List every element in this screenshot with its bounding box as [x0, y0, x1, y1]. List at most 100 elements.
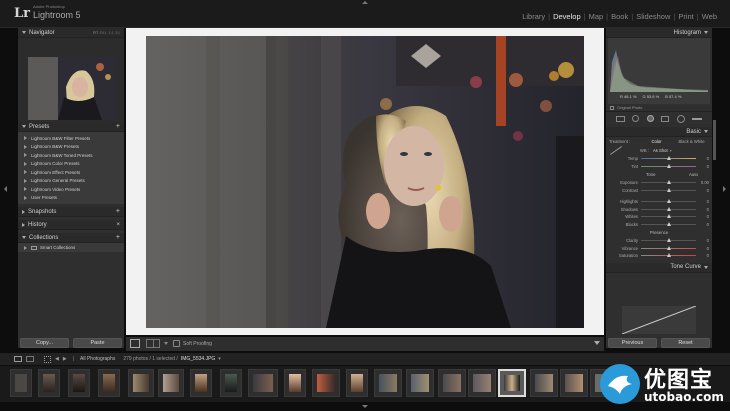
collections-header[interactable]: Collections +	[18, 233, 124, 243]
module-slideshow[interactable]: Slideshow	[633, 12, 673, 21]
module-web[interactable]: Web	[699, 12, 720, 21]
filmstrip-thumbnail[interactable]	[284, 369, 306, 397]
module-book[interactable]: Book	[608, 12, 631, 21]
module-map[interactable]: Map	[586, 12, 607, 21]
slider-value[interactable]: 0	[699, 188, 709, 193]
crop-tool-icon[interactable]	[615, 115, 625, 122]
module-library[interactable]: Library	[519, 12, 548, 21]
clear-history-icon[interactable]: ×	[116, 222, 120, 228]
slider-value[interactable]: 0	[699, 246, 709, 251]
toolbar-menu-icon[interactable]	[594, 341, 600, 345]
exposure-slider[interactable]: Exposure 0.00	[606, 179, 712, 187]
vibrance-slider[interactable]: Vibrance 0	[606, 245, 712, 253]
bottom-panel-arrow-icon[interactable]	[362, 405, 368, 408]
before-after-icon[interactable]	[146, 339, 160, 348]
radial-filter-icon[interactable]	[676, 114, 685, 123]
slider-knob[interactable]	[667, 187, 672, 192]
zoom-1-1[interactable]: 1:1	[109, 31, 114, 35]
slider-knob[interactable]	[667, 253, 672, 258]
zoom-fill[interactable]: FILL	[100, 31, 107, 35]
filmstrip-thumbnail[interactable]	[220, 369, 242, 397]
back-arrow-icon[interactable]: ◀	[55, 356, 59, 362]
filmstrip-thumbnail[interactable]	[248, 369, 278, 397]
original-photo-toggle[interactable]: Original Photo	[606, 104, 712, 111]
filmstrip-thumbnail[interactable]	[468, 369, 496, 397]
grid-view-icon[interactable]	[44, 355, 51, 363]
navigator-header[interactable]: Navigator FIT FILL 1:1 3:1	[18, 28, 124, 38]
slider-value[interactable]: 0	[699, 238, 709, 243]
filmstrip-thumbnail[interactable]	[346, 369, 368, 397]
tone-curve-graph[interactable]	[622, 306, 696, 334]
slider-knob[interactable]	[667, 221, 672, 226]
tone-curve-header[interactable]: Tone Curve	[606, 262, 712, 273]
module-develop[interactable]: Develop	[550, 12, 584, 21]
slider-knob[interactable]	[667, 163, 672, 168]
slider-value[interactable]: 0	[699, 253, 709, 258]
adjustment-brush-icon[interactable]	[692, 117, 703, 120]
slider-value[interactable]: 0.00	[699, 180, 709, 185]
presets-header[interactable]: Presets +	[18, 122, 124, 132]
contrast-slider[interactable]: Contrast 0	[606, 187, 712, 195]
filmstrip-thumbnail[interactable]	[406, 369, 434, 397]
filmstrip-thumbnail[interactable]	[98, 369, 120, 397]
add-collection-icon[interactable]: +	[116, 234, 120, 241]
filmstrip-thumbnail[interactable]	[68, 369, 90, 397]
temp-slider[interactable]: Temp 0	[606, 155, 712, 163]
history-header[interactable]: History ×	[18, 220, 124, 230]
previous-button[interactable]: Previous	[608, 338, 657, 348]
filmstrip-thumbnail[interactable]	[438, 369, 466, 397]
wb-select[interactable]: As Shot	[653, 148, 668, 153]
snapshots-header[interactable]: Snapshots +	[18, 207, 124, 217]
blacks-slider[interactable]: Blacks 0	[606, 221, 712, 229]
slider-value[interactable]: 0	[699, 214, 709, 219]
navigator-preview[interactable]	[18, 38, 124, 122]
filmstrip-thumbnail[interactable]	[128, 369, 154, 397]
loupe-view[interactable]	[126, 28, 604, 335]
slider-knob[interactable]	[667, 245, 672, 250]
paste-button[interactable]: Paste	[73, 338, 122, 348]
filmstrip-thumbnail[interactable]	[312, 369, 340, 397]
slider-value[interactable]: 0	[699, 164, 709, 169]
slider-value[interactable]: 0	[699, 199, 709, 204]
add-snapshot-icon[interactable]: +	[116, 208, 120, 215]
main-photo[interactable]	[146, 36, 584, 328]
source-label[interactable]: All Photographs	[80, 356, 115, 362]
zoom-fit[interactable]: FIT	[93, 31, 98, 35]
module-print[interactable]: Print	[675, 12, 696, 21]
graduated-filter-icon[interactable]	[661, 115, 670, 122]
filmstrip-thumbnail[interactable]	[560, 369, 588, 397]
histogram-header[interactable]: Histogram	[606, 28, 712, 38]
forward-arrow-icon[interactable]: ▶	[63, 356, 67, 362]
histogram[interactable]: R 46.1 % G 53.6 % B 57.4 %	[608, 38, 710, 104]
red-eye-icon[interactable]	[646, 115, 654, 122]
tint-slider[interactable]: Tint 0	[606, 163, 712, 171]
chevron-down-icon[interactable]: ▾	[218, 356, 221, 362]
filmstrip-thumbnail[interactable]	[38, 369, 60, 397]
preset-folder[interactable]: Lightroom B&W Filter Presets	[18, 134, 124, 143]
slider-knob[interactable]	[667, 214, 672, 219]
collection-item[interactable]: Smart Collections	[18, 243, 124, 252]
filmstrip-thumbnail-selected[interactable]	[498, 369, 526, 397]
left-panel-arrow-icon[interactable]	[4, 186, 7, 192]
highlights-slider[interactable]: Highlights 0	[606, 198, 712, 206]
add-preset-icon[interactable]: +	[116, 123, 120, 130]
slider-knob[interactable]	[667, 156, 672, 161]
clarity-slider[interactable]: Clarity 0	[606, 237, 712, 245]
auto-tone-button[interactable]: Auto	[689, 172, 698, 177]
filmstrip-thumbnail[interactable]	[10, 369, 32, 397]
preset-folder[interactable]: Lightroom B&W Toned Presets	[18, 151, 124, 160]
filmstrip-thumbnail[interactable]	[374, 369, 402, 397]
slider-knob[interactable]	[667, 238, 672, 243]
whites-slider[interactable]: Whites 0	[606, 213, 712, 221]
soft-proofing-checkbox[interactable]	[173, 340, 180, 347]
copy-button[interactable]: Copy...	[20, 338, 69, 348]
preset-folder[interactable]: Lightroom Video Presets	[18, 185, 124, 194]
treatment-bw[interactable]: Black & White	[674, 139, 709, 144]
main-window-icon[interactable]	[14, 356, 22, 362]
reset-button[interactable]: Reset	[661, 338, 710, 348]
filmstrip-thumbnail[interactable]	[190, 369, 212, 397]
preset-folder[interactable]: Lightroom General Presets	[18, 177, 124, 186]
spot-removal-icon[interactable]	[632, 115, 640, 122]
right-panel-arrow-icon[interactable]	[723, 186, 726, 192]
preset-folder[interactable]: Lightroom B&W Presets	[18, 143, 124, 152]
